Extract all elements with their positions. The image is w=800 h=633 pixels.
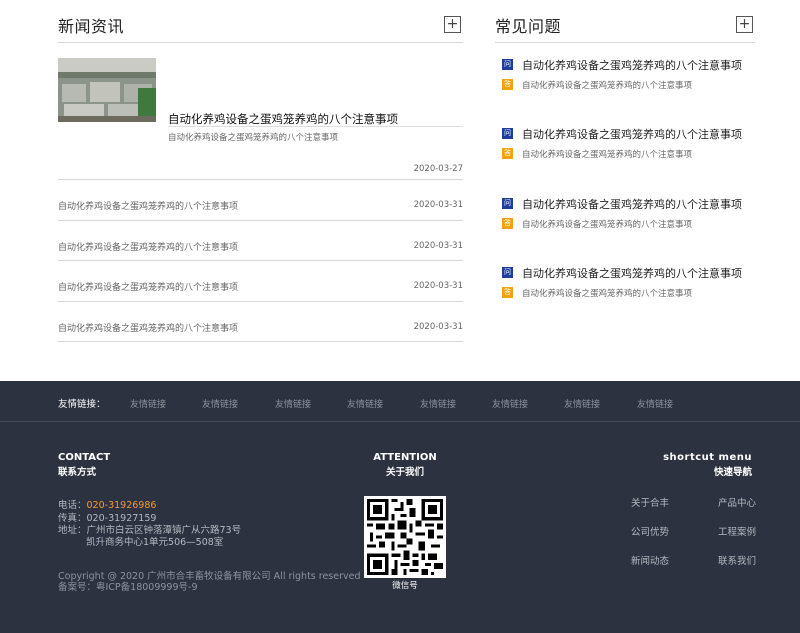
shortcut-link-contact[interactable]: 联系我们 [718, 553, 756, 567]
friend-link[interactable]: 友情链接 [564, 397, 600, 410]
featured-news-summary: 自动化养鸡设备之蛋鸡笼养鸡的八个注意事项 [168, 133, 339, 143]
faq-item[interactable]: 问 自动化养鸡设备之蛋鸡笼养鸡的八个注意事项 答 自动化养鸡设备之蛋鸡笼养鸡的八… [495, 196, 755, 233]
news-item-title[interactable]: 自动化养鸡设备之蛋鸡笼养鸡的八个注意事项 [58, 280, 238, 293]
friend-link[interactable]: 友情链接 [275, 397, 311, 410]
news-item-title[interactable]: 自动化养鸡设备之蛋鸡笼养鸡的八个注意事项 [58, 321, 238, 334]
friend-links-bar: 友情链接： 友情链接 友情链接 友情链接 友情链接 友情链接 友情链接 友情链接… [0, 381, 800, 422]
faq-answer-text: 自动化养鸡设备之蛋鸡笼养鸡的八个注意事项 [522, 289, 693, 299]
news-list-item[interactable]: 自动化养鸡设备之蛋鸡笼养鸡的八个注意事项 2020-03-31 [58, 180, 463, 221]
faq-question-text[interactable]: 自动化养鸡设备之蛋鸡笼养鸡的八个注意事项 [522, 196, 742, 212]
address-line-2: 凯升商务中心1单元506—508室 [86, 537, 224, 548]
faq-item[interactable]: 问 自动化养鸡设备之蛋鸡笼养鸡的八个注意事项 答 自动化养鸡设备之蛋鸡笼养鸡的八… [495, 126, 755, 163]
shortcut-link-news[interactable]: 新闻动态 [631, 553, 669, 567]
faq-answer-text: 自动化养鸡设备之蛋鸡笼养鸡的八个注意事项 [522, 81, 693, 91]
faq-answer: 答 自动化养鸡设备之蛋鸡笼养鸡的八个注意事项 [495, 147, 755, 163]
qr-caption: 微信号 [392, 581, 418, 591]
faq-answer: 答 自动化养鸡设备之蛋鸡笼养鸡的八个注意事项 [495, 78, 755, 94]
contact-heading-cn: 联系方式 [58, 467, 97, 478]
faq-question-text[interactable]: 自动化养鸡设备之蛋鸡笼养鸡的八个注意事项 [522, 126, 742, 142]
contact-phone: 电话：020-31926986 [58, 497, 156, 511]
answer-icon: 答 [502, 287, 513, 298]
faq-answer-text: 自动化养鸡设备之蛋鸡笼养鸡的八个注意事项 [522, 220, 693, 230]
faq-question-text[interactable]: 自动化养鸡设备之蛋鸡笼养鸡的八个注意事项 [522, 265, 742, 281]
news-item-date: 2020-03-31 [413, 200, 463, 210]
faq-question[interactable]: 问 自动化养鸡设备之蛋鸡笼养鸡的八个注意事项 [495, 196, 755, 212]
question-icon: 问 [502, 59, 513, 70]
shortcut-heading-cn: 快速导航 [713, 467, 752, 478]
faq-answer-text: 自动化养鸡设备之蛋鸡笼养鸡的八个注意事项 [522, 150, 693, 160]
faq-question[interactable]: 问 自动化养鸡设备之蛋鸡笼养鸡的八个注意事项 [495, 126, 755, 142]
question-icon: 问 [502, 198, 513, 209]
news-title: 新闻资讯 [58, 17, 125, 36]
friend-link[interactable]: 友情链接 [130, 397, 166, 410]
featured-news-title[interactable]: 自动化养鸡设备之蛋鸡笼养鸡的八个注意事项 [168, 111, 398, 127]
friend-link[interactable]: 友情链接 [637, 397, 673, 410]
friend-link[interactable]: 友情链接 [347, 397, 383, 410]
faq-item[interactable]: 问 自动化养鸡设备之蛋鸡笼养鸡的八个注意事项 答 自动化养鸡设备之蛋鸡笼养鸡的八… [495, 265, 755, 302]
attention-heading-en: ATTENTION [373, 452, 437, 463]
address-label: 地址： [58, 525, 87, 536]
shortcut-link-products[interactable]: 产品中心 [718, 495, 756, 509]
question-icon: 问 [502, 128, 513, 139]
faq-question[interactable]: 问 自动化养鸡设备之蛋鸡笼养鸡的八个注意事项 [495, 57, 755, 73]
news-item-date: 2020-03-31 [413, 240, 463, 251]
news-list-item[interactable]: 自动化养鸡设备之蛋鸡笼养鸡的八个注意事项 2020-03-31 [58, 302, 463, 342]
faq-header: 常见问题 + [495, 0, 755, 43]
friend-link[interactable]: 友情链接 [492, 397, 528, 410]
news-item-date: 2020-03-31 [413, 321, 463, 332]
faq-item[interactable]: 问 自动化养鸡设备之蛋鸡笼养鸡的八个注意事项 答 自动化养鸡设备之蛋鸡笼养鸡的八… [495, 57, 755, 94]
shortcut-link-about[interactable]: 关于合丰 [631, 495, 669, 509]
featured-news[interactable]: 自动化养鸡设备之蛋鸡笼养鸡的八个注意事项 自动化养鸡设备之蛋鸡笼养鸡的八个注意事… [58, 43, 463, 180]
news-item-title[interactable]: 自动化养鸡设备之蛋鸡笼养鸡的八个注意事项 [58, 240, 238, 253]
faq-answer: 答 自动化养鸡设备之蛋鸡笼养鸡的八个注意事项 [495, 217, 755, 233]
shortcut-link-advantages[interactable]: 公司优势 [631, 524, 669, 538]
featured-divider [168, 126, 463, 127]
answer-icon: 答 [502, 79, 513, 90]
shortcut-heading-en: shortcut menu [663, 452, 752, 463]
news-list-item[interactable]: 自动化养鸡设备之蛋鸡笼养鸡的八个注意事项 2020-03-31 [58, 261, 463, 302]
answer-icon: 答 [502, 148, 513, 159]
news-section: 新闻资讯 + 自动化养鸡设备之蛋鸡笼养鸡的八个注意事项 自动化养鸡设备之蛋鸡笼养… [58, 0, 463, 342]
faq-section: 常见问题 + 问 自动化养鸡设备之蛋鸡笼养鸡的八个注意事项 答 自动化养鸡设备之… [495, 0, 755, 299]
news-header: 新闻资讯 + [58, 0, 463, 43]
shortcut-link-cases[interactable]: 工程案例 [718, 524, 756, 538]
faq-question[interactable]: 问 自动化养鸡设备之蛋鸡笼养鸡的八个注意事项 [495, 265, 755, 281]
wechat-qr-code [364, 496, 446, 578]
faq-title: 常见问题 [495, 17, 562, 36]
contact-heading-en: CONTACT [58, 452, 111, 463]
friend-link[interactable]: 友情链接 [420, 397, 456, 410]
faq-answer: 答 自动化养鸡设备之蛋鸡笼养鸡的八个注意事项 [495, 286, 755, 302]
news-list-item[interactable]: 自动化养鸡设备之蛋鸡笼养鸡的八个注意事项 2020-03-31 [58, 221, 463, 261]
faq-question-text[interactable]: 自动化养鸡设备之蛋鸡笼养鸡的八个注意事项 [522, 57, 742, 73]
answer-icon: 答 [502, 218, 513, 229]
news-item-title[interactable]: 自动化养鸡设备之蛋鸡笼养鸡的八个注意事项 [58, 199, 238, 212]
news-more-button[interactable]: + [444, 16, 461, 33]
question-icon: 问 [502, 267, 513, 278]
featured-news-image[interactable] [58, 58, 156, 122]
featured-news-date: 2020-03-27 [413, 164, 463, 174]
faq-more-button[interactable]: + [736, 16, 753, 33]
friend-link[interactable]: 友情链接 [202, 397, 238, 410]
friend-links-label: 友情链接： [58, 399, 106, 410]
footer: 友情链接： 友情链接 友情链接 友情链接 友情链接 友情链接 友情链接 友情链接… [0, 381, 800, 633]
news-item-date: 2020-03-31 [413, 281, 463, 291]
icp-number[interactable]: 备案号：粤ICP备18009999号-9 [58, 579, 198, 593]
attention-heading-cn: 关于我们 [385, 467, 425, 478]
